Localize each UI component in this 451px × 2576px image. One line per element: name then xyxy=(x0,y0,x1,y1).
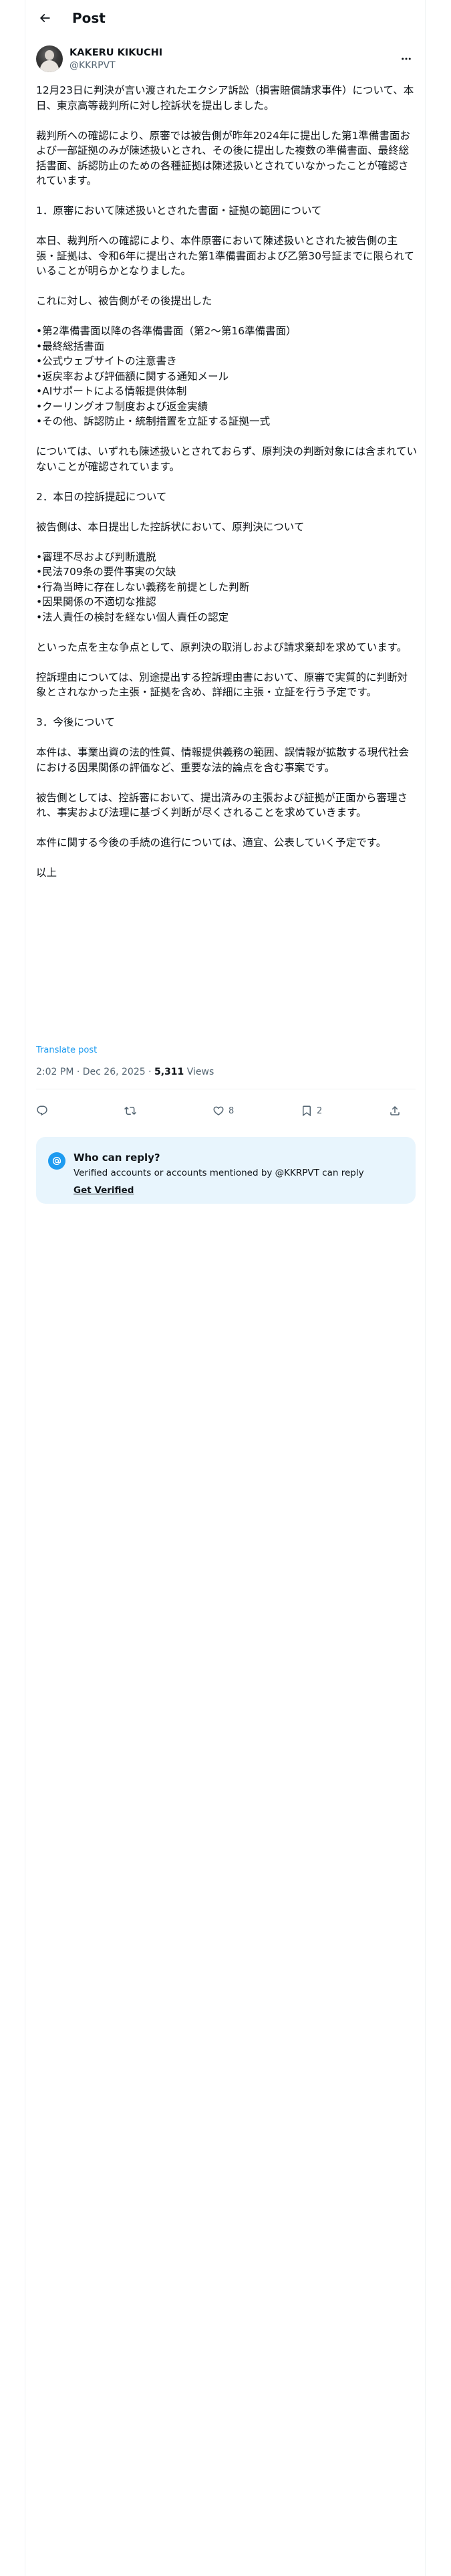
repost-button[interactable] xyxy=(124,1105,151,1117)
heart-icon xyxy=(213,1106,224,1115)
more-horizontal-icon xyxy=(402,58,411,60)
author-display-name[interactable]: KAKERU KIKUCHI xyxy=(69,47,162,60)
arrow-left-icon xyxy=(39,13,50,22)
back-button[interactable] xyxy=(33,7,56,29)
bookmark-icon xyxy=(303,1105,311,1117)
bookmark-count: 2 xyxy=(317,1105,323,1116)
share-icon xyxy=(390,1105,400,1115)
author-names: KAKERU KIKUCHI @KKRPVT xyxy=(69,47,162,72)
who-can-reply-description: Verified accounts or accounts mentioned … xyxy=(73,1168,364,1178)
more-options-button[interactable] xyxy=(397,49,416,68)
avatar[interactable] xyxy=(36,45,63,72)
reply-button[interactable] xyxy=(36,1105,63,1117)
page-title: Post xyxy=(72,9,106,26)
main-column: Post KAKERU KIKUCHI @KKRPVT 12月23日に判決が言い… xyxy=(25,0,426,2576)
bookmark-button[interactable]: 2 xyxy=(301,1105,327,1117)
like-button[interactable]: 8 xyxy=(212,1105,239,1117)
action-bar: 8 2 xyxy=(36,1097,416,1124)
who-can-reply-title: Who can reply? xyxy=(73,1152,160,1164)
share-button[interactable] xyxy=(389,1105,416,1117)
page-header: Post xyxy=(25,0,426,35)
like-count: 8 xyxy=(229,1105,235,1116)
views-count: 5,311 xyxy=(154,1067,184,1077)
who-can-reply-box: Who can reply? Verified accounts or acco… xyxy=(36,1137,416,1204)
at-sign-icon xyxy=(48,1152,65,1170)
translate-post-link[interactable]: Translate post xyxy=(36,1045,97,1055)
reply-icon xyxy=(37,1105,47,1116)
author-handle[interactable]: @KKRPVT xyxy=(69,60,162,72)
post-author: KAKERU KIKUCHI @KKRPVT xyxy=(36,44,416,74)
post-text: 12月23日に判決が言い渡されたエクシア訴訟（損害賠償請求事件）について、本日、… xyxy=(36,84,417,879)
repost-icon xyxy=(124,1106,136,1115)
post-timestamp[interactable]: 2:02 PM · Dec 26, 2025 · xyxy=(36,1067,154,1077)
views-label: Views xyxy=(184,1067,214,1077)
get-verified-link[interactable]: Get Verified xyxy=(73,1185,134,1196)
post-meta: 2:02 PM · Dec 26, 2025 · 5,311 Views xyxy=(36,1067,214,1077)
